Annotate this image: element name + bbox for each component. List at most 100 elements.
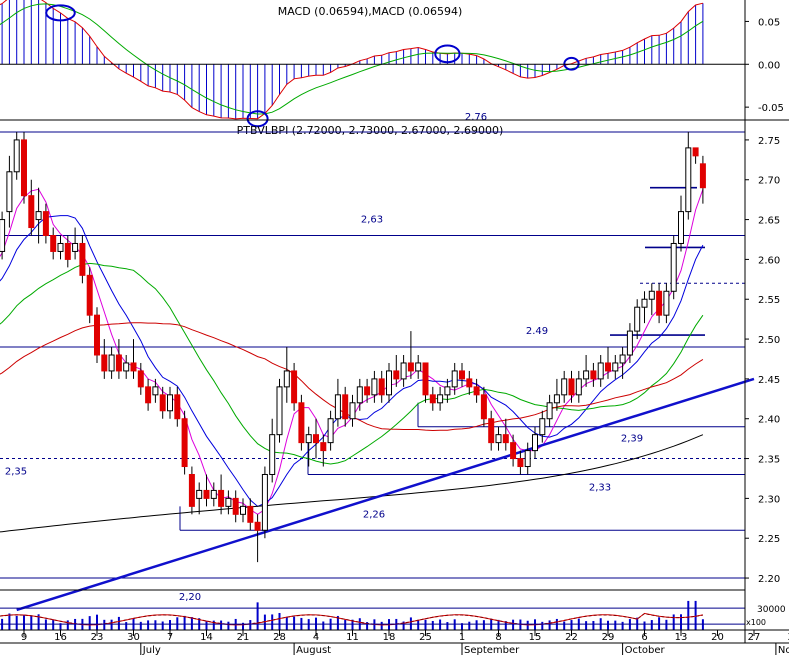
- volume-unit-label: x100: [746, 618, 766, 627]
- candle-up: [269, 434, 276, 475]
- x-tick-label: 16: [54, 632, 67, 643]
- candle-up: [334, 394, 341, 420]
- level-annotation: 2,39: [621, 434, 643, 445]
- candle-down: [429, 394, 436, 404]
- candle-down: [342, 394, 349, 420]
- candle-down: [568, 378, 575, 396]
- price-title: PTBVLBPI (2.72000, 2.73000, 2.67000, 2.6…: [237, 124, 504, 137]
- x-tick-label: 7: [167, 632, 173, 643]
- candle-down: [699, 163, 706, 189]
- candle-down: [364, 386, 371, 396]
- candle-up: [648, 290, 655, 300]
- candle-down: [86, 274, 93, 316]
- x-tick-label: 25: [419, 632, 432, 643]
- level-annotation: 2,20: [179, 592, 201, 603]
- candle-up: [35, 211, 42, 221]
- x-tick-label: 14: [200, 632, 213, 643]
- month-label: October: [625, 645, 666, 655]
- candle-up: [13, 139, 20, 173]
- candle-up: [210, 489, 217, 499]
- candle-up: [612, 362, 619, 372]
- candle-up: [539, 418, 546, 436]
- candle-down: [28, 195, 35, 229]
- x-tick-label: 27: [748, 632, 761, 643]
- x-tick-label: 30: [127, 632, 140, 643]
- candle-down: [21, 139, 27, 197]
- candle-up: [444, 386, 451, 396]
- candle-up: [72, 242, 79, 252]
- candle-down: [480, 394, 487, 420]
- candle-up: [553, 394, 560, 404]
- candle-down: [232, 497, 239, 515]
- candle-up: [451, 370, 458, 388]
- candle-down: [517, 458, 524, 468]
- level-annotation: 2.49: [526, 326, 548, 337]
- month-label: August: [296, 645, 331, 655]
- candle-down: [291, 370, 298, 404]
- x-tick-label: 8: [495, 632, 501, 643]
- candle-down: [692, 147, 699, 157]
- candle-up: [546, 402, 553, 420]
- candle-up: [240, 505, 246, 515]
- month-label: Nov: [778, 645, 789, 655]
- candle-up: [349, 402, 356, 420]
- candle-up: [524, 450, 531, 468]
- candle-up: [196, 489, 203, 499]
- x-tick-label: 4: [313, 632, 319, 643]
- price-tick-label: 2.20: [758, 574, 780, 585]
- candle-up: [305, 434, 312, 444]
- candle-up: [663, 290, 670, 316]
- candle-down: [656, 290, 663, 316]
- price-tick-label: 2.75: [758, 136, 780, 147]
- candle-up: [575, 378, 582, 396]
- price-tick-label: 2.70: [758, 176, 780, 187]
- candle-down: [181, 418, 188, 468]
- candle-down: [101, 354, 108, 372]
- candle-up: [495, 434, 502, 444]
- x-tick-label: 20: [711, 632, 724, 643]
- candle-up: [634, 306, 641, 332]
- candle-down: [159, 394, 166, 412]
- candle-down: [94, 314, 100, 356]
- level-annotation: 2,35: [5, 467, 27, 478]
- candle-down: [407, 362, 414, 372]
- candle-down: [174, 394, 181, 420]
- candle-up: [283, 370, 290, 388]
- x-tick-label: 21: [237, 632, 250, 643]
- candle-down: [203, 489, 210, 499]
- macd-tick-label: 0.05: [758, 17, 780, 28]
- x-tick-label: 13: [675, 632, 688, 643]
- x-tick-label: 29: [602, 632, 615, 643]
- price-tick-label: 2.60: [758, 255, 780, 266]
- x-tick-label: 18: [383, 632, 396, 643]
- candle-down: [137, 370, 144, 388]
- candle-up: [261, 473, 268, 531]
- candle-down: [64, 242, 71, 260]
- candle-up: [597, 362, 604, 380]
- x-tick-label: 28: [273, 632, 286, 643]
- volume-tick-label: 30000: [757, 605, 786, 615]
- candle-up: [276, 386, 283, 436]
- price-tick-label: 2.30: [758, 494, 780, 505]
- price-tick-label: 2.35: [758, 455, 780, 466]
- x-tick-label: 9: [21, 632, 27, 643]
- macd-tick-label: 0.00: [758, 60, 780, 71]
- x-tick-label: 23: [91, 632, 104, 643]
- candle-up: [415, 362, 422, 372]
- candle-down: [254, 521, 261, 531]
- x-tick-label: 11: [346, 632, 359, 643]
- price-tick-label: 2.65: [758, 216, 780, 227]
- month-label: September: [464, 645, 520, 655]
- month-label: July: [142, 645, 161, 655]
- candle-up: [641, 298, 648, 308]
- candle-down: [50, 235, 57, 252]
- candle-up: [685, 147, 692, 213]
- candle-down: [188, 473, 195, 507]
- price-tick-label: 2.40: [758, 415, 780, 426]
- candle-up: [167, 394, 173, 412]
- candle-down: [320, 442, 327, 452]
- candle-up: [123, 362, 130, 372]
- candle-up: [0, 219, 6, 252]
- candle-up: [371, 378, 378, 396]
- candle-down: [313, 434, 319, 444]
